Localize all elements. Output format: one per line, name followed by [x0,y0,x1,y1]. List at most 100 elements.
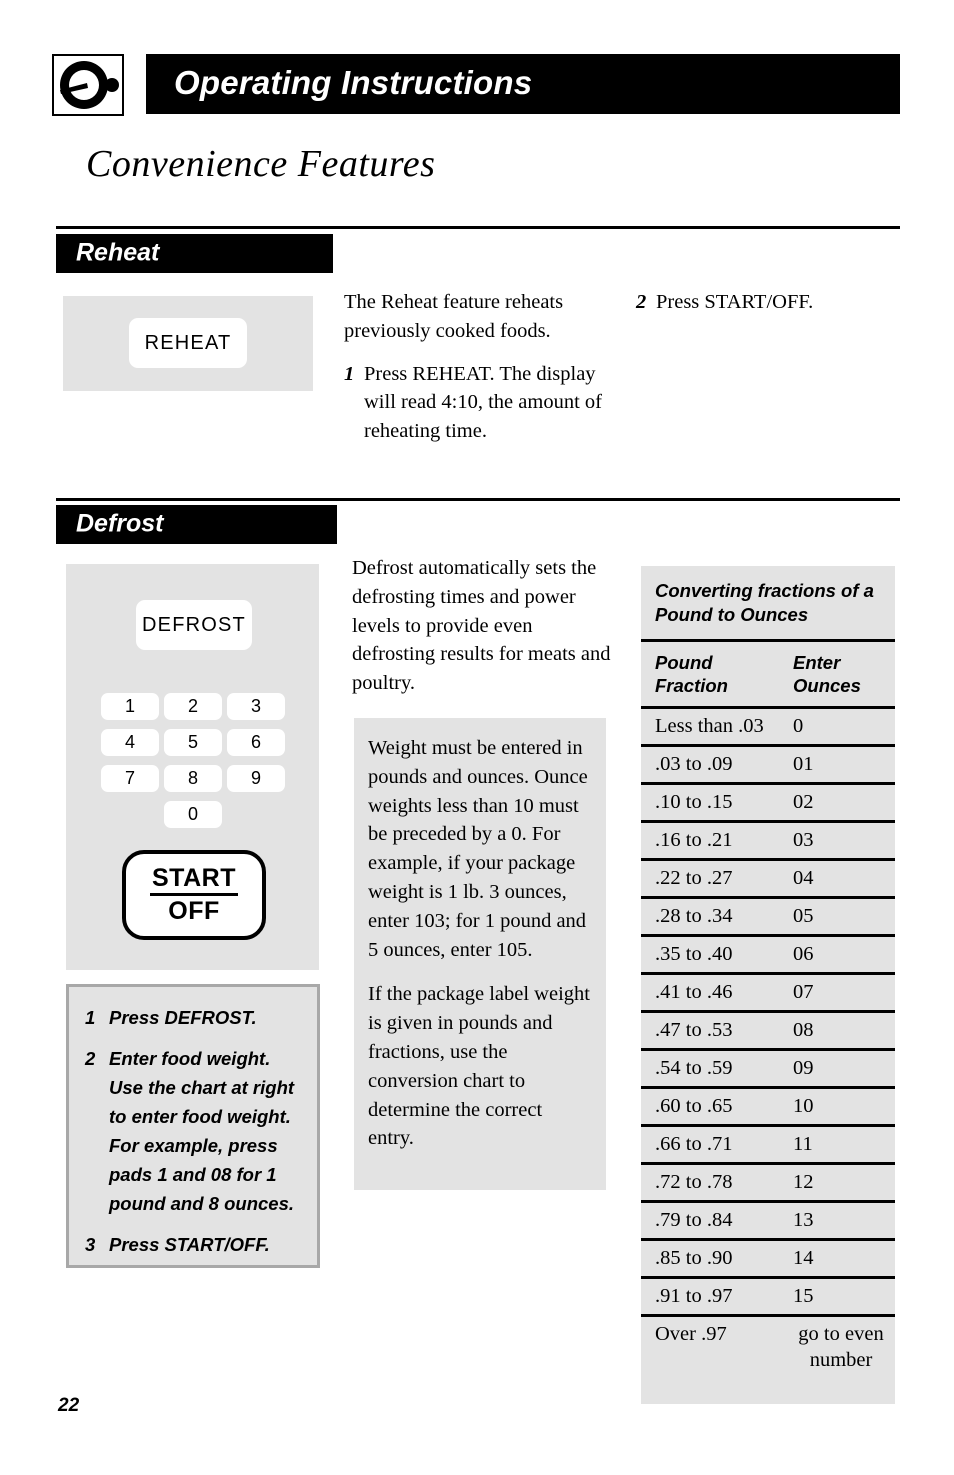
reheat-text-column: The Reheat feature reheats previously co… [344,288,612,446]
reheat-intro: The Reheat feature reheats previously co… [344,291,564,342]
row-ounces: 14 [793,1247,814,1269]
table-row: .35 to .40 06 [641,934,895,972]
keypad-7-label: 7 [124,768,135,788]
row-ounces: 07 [793,981,814,1003]
keypad-5-label: 5 [187,732,198,752]
row-fraction: .03 to .09 [655,753,733,775]
keypad-6[interactable]: 6 [227,729,285,756]
defrost-step-2-text: Enter food weight. Use the chart at righ… [109,1048,295,1214]
row-fraction: .28 to .34 [655,905,733,927]
reheat-step-2-text: Press START/OFF. [656,291,814,313]
defrost-section-bar: Defrost [56,505,337,544]
row-fraction: .10 to .15 [655,791,733,813]
keypad-9-label: 9 [250,768,261,788]
page-title: Convenience Features [86,143,436,185]
keypad-2-label: 2 [187,696,198,716]
row-ounces: 13 [793,1209,814,1231]
keypad-0[interactable]: 0 [164,801,222,828]
keypad-1-label: 1 [124,696,135,716]
start-off-top-label: START [150,866,238,896]
row-fraction: .16 to .21 [655,829,733,851]
reheat-section-bar: Reheat [56,234,333,273]
keypad-2[interactable]: 2 [164,693,222,720]
conversion-table-header-row: Pound Fraction Enter Ounces [641,639,895,706]
defrost-step-3: 3 Press START/OFF. [85,1230,305,1259]
header-black-bar: Operating Instructions [146,54,900,114]
keypad-4[interactable]: 4 [101,729,159,756]
dial-knob-icon [52,54,124,116]
reheat-pad-button[interactable]: REHEAT [129,318,247,368]
keypad-7[interactable]: 7 [101,765,159,792]
row-ounces: 11 [793,1133,813,1155]
table-row: .16 to .21 03 [641,820,895,858]
row-ounces: 01 [793,753,814,775]
row-ounces: 02 [793,791,814,813]
row-ounces: 09 [793,1057,814,1079]
defrost-intro-text: Defrost automatically sets the defrostin… [352,554,612,698]
header-title: Operating Instructions [174,64,533,102]
defrost-step-2-number: 2 [85,1048,96,1069]
conversion-table: Converting fractions of a Pound to Ounce… [641,566,895,1404]
row-ounces: 03 [793,829,814,851]
row-ounces: go to even number [798,1323,884,1371]
table-row: .79 to .84 13 [641,1200,895,1238]
table-row: .72 to .78 12 [641,1162,895,1200]
keypad-3[interactable]: 3 [227,693,285,720]
defrost-steps-box: 1 Press DEFROST. 2 Enter food weight. Us… [66,984,320,1268]
table-row: .54 to .59 09 [641,1048,895,1086]
row-ounces: 04 [793,867,814,889]
row-fraction: .79 to .84 [655,1209,733,1231]
row-ounces: 12 [793,1171,814,1193]
header-ounces: Ounces [793,675,861,696]
defrost-pad-label: DEFROST [142,613,246,636]
keypad-3-label: 3 [250,696,261,716]
defrost-pad-button[interactable]: DEFROST [136,600,252,650]
reheat-step-2: 2 Press START/OFF. [636,288,904,317]
reheat-step-1-text: Press REHEAT. The display will read 4:10… [364,362,602,443]
reheat-control-panel: REHEAT [63,296,313,391]
keypad-9[interactable]: 9 [227,765,285,792]
row-fraction: .54 to .59 [655,1057,733,1079]
defrost-step-1-number: 1 [85,1007,96,1028]
defrost-note-paragraph-1: Weight must be entered in pounds and oun… [368,737,588,961]
reheat-section-rule [56,226,900,229]
header-enter: Enter [793,652,841,673]
table-row: .41 to .46 07 [641,972,895,1010]
row-fraction: .41 to .46 [655,981,733,1003]
keypad-8[interactable]: 8 [164,765,222,792]
defrost-step-3-text: Press START/OFF. [109,1234,270,1255]
row-ounces: 0 [793,715,804,737]
conversion-table-header-ounces: Enter Ounces [793,651,895,697]
start-off-button[interactable]: START OFF [122,850,266,940]
defrost-section-rule [56,498,900,501]
row-fraction: .22 to .27 [655,867,733,889]
row-fraction: .91 to .97 [655,1285,733,1307]
start-off-bottom-label: OFF [168,896,220,925]
reheat-pad-label: REHEAT [144,331,232,354]
table-row: .91 to .97 15 [641,1276,895,1314]
page-number: 22 [58,1395,80,1416]
keypad-8-label: 8 [187,768,198,788]
table-row: .66 to .71 11 [641,1124,895,1162]
table-row: Less than .03 0 [641,706,895,744]
defrost-step-3-number: 3 [85,1234,96,1255]
header-fraction: Fraction [655,675,728,696]
row-ounces: 10 [793,1095,814,1117]
reheat-step-2-number: 2 [636,291,647,313]
defrost-control-panel: DEFROST 1 2 3 4 5 6 7 8 9 0 START OFF [66,564,319,970]
table-row: .47 to .53 08 [641,1010,895,1048]
keypad-5[interactable]: 5 [164,729,222,756]
row-fraction: Over .97 [655,1323,727,1345]
table-row: .28 to .34 05 [641,896,895,934]
keypad-1[interactable]: 1 [101,693,159,720]
row-ounces: 05 [793,905,814,927]
header-pound: Pound [655,652,713,673]
defrost-section-label: Defrost [76,508,164,537]
table-row: .03 to .09 01 [641,744,895,782]
row-fraction: .47 to .53 [655,1019,733,1041]
conversion-table-title: Converting fractions of a Pound to Ounce… [655,580,874,625]
row-fraction: .35 to .40 [655,943,733,965]
row-ounces: 15 [793,1285,814,1307]
row-fraction: Less than .03 [655,715,764,737]
table-row: .10 to .15 02 [641,782,895,820]
